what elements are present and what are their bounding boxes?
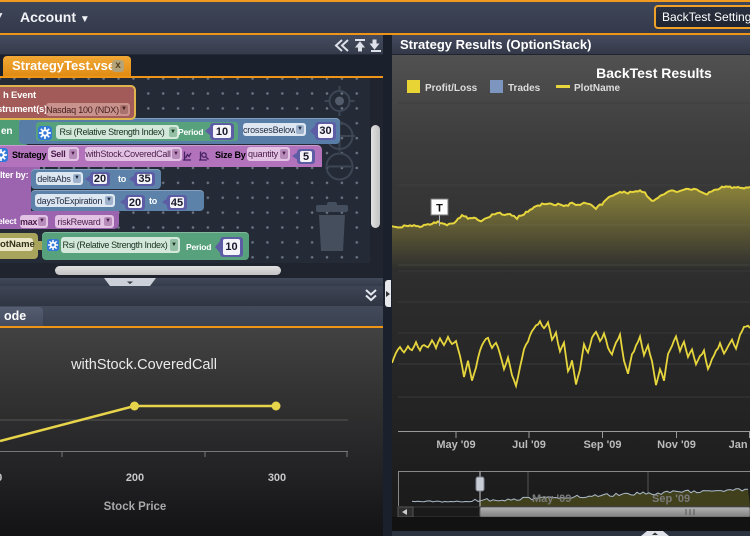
svg-text:Jul '09: Jul '09 [512, 439, 546, 451]
svg-text:Sep '09: Sep '09 [652, 493, 690, 505]
svg-text:May '09: May '09 [532, 493, 571, 505]
svg-text:Nov '09: Nov '09 [657, 439, 696, 451]
svg-text:Stock Price: Stock Price [104, 501, 167, 513]
svg-text:BackTest Results: BackTest Results [596, 65, 712, 81]
svg-text:300: 300 [268, 472, 286, 484]
svg-text:withStock.CoveredCall: withStock.CoveredCall [70, 357, 217, 373]
svg-text:T: T [436, 203, 443, 215]
svg-text:May '09: May '09 [436, 439, 475, 451]
svg-text:Trades: Trades [508, 83, 541, 94]
svg-text:Sep '09: Sep '09 [583, 439, 621, 451]
svg-text:200: 200 [126, 472, 144, 484]
svg-text:Jan '1: Jan '1 [729, 439, 750, 451]
svg-text:100: 100 [0, 472, 2, 484]
svg-text:PlotName: PlotName [574, 83, 621, 94]
svg-text:Profit/Loss: Profit/Loss [425, 83, 478, 94]
